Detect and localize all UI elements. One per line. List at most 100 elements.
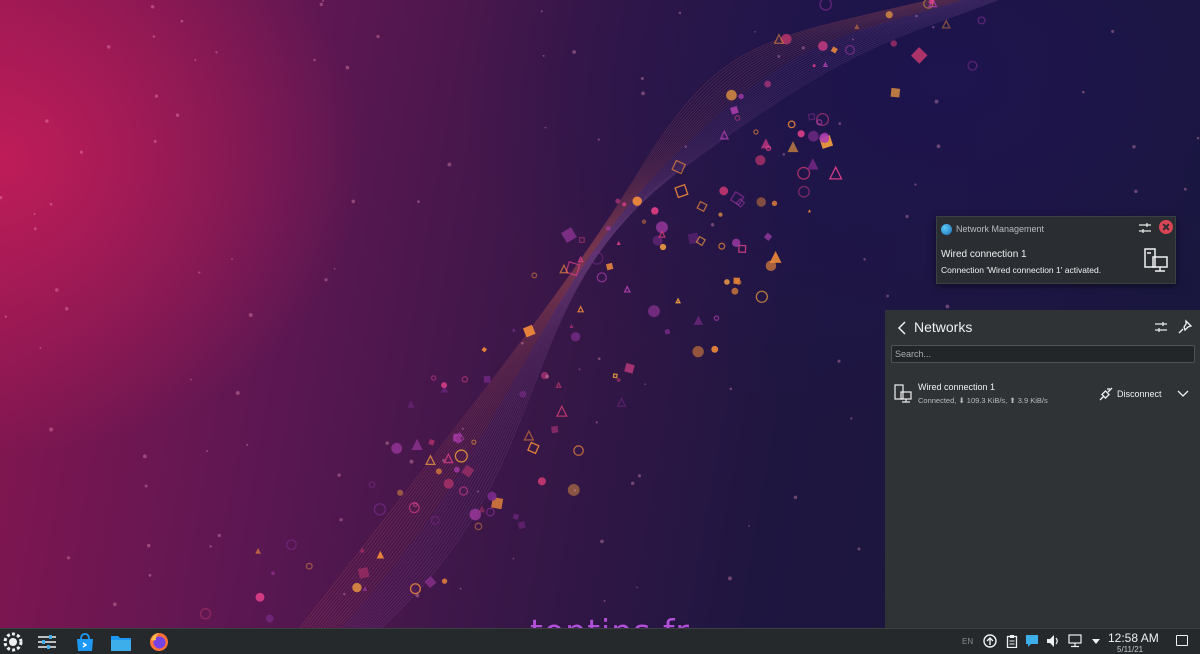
wallpaper-shape [731, 287, 739, 295]
wallpaper-dot [39, 346, 42, 349]
show-desktop-icon[interactable] [1176, 635, 1188, 646]
wallpaper-dot [729, 387, 733, 391]
wallpaper-shape [612, 373, 618, 379]
notifications-icon[interactable] [1025, 634, 1039, 648]
wallpaper-dot [153, 139, 157, 143]
wallpaper-shape [512, 513, 519, 520]
wallpaper-dot [573, 489, 577, 492]
wired-network-icon [1144, 248, 1168, 272]
clipboard-icon[interactable] [1005, 634, 1019, 648]
disconnect-button[interactable]: Disconnect [1099, 386, 1162, 402]
wallpaper-dot [597, 138, 600, 141]
wallpaper-dot [754, 30, 756, 33]
wallpaper-dot [572, 50, 577, 54]
wallpaper-dot [343, 592, 346, 596]
wallpaper-shape [409, 583, 421, 595]
search-input[interactable] [891, 345, 1195, 363]
firefox-icon[interactable] [148, 631, 170, 653]
wallpaper-shape [675, 297, 681, 304]
wallpaper-shape [428, 438, 435, 446]
wallpaper-shape [517, 521, 526, 530]
wallpaper-dot [333, 267, 336, 270]
connection-name: Wired connection 1 [918, 382, 996, 392]
wallpaper-dot [641, 91, 645, 96]
wallpaper-dot [49, 202, 53, 206]
configure-icon[interactable] [1153, 319, 1169, 335]
pin-icon[interactable] [1177, 319, 1193, 335]
wallpaper-shape [641, 219, 647, 224]
wallpaper-dot [1082, 90, 1085, 94]
wallpaper-shape [255, 592, 265, 602]
wallpaper-shape [531, 272, 538, 279]
wallpaper-shape [764, 80, 772, 88]
network-icon[interactable] [1068, 634, 1082, 648]
dolphin-folder-icon[interactable] [110, 631, 132, 653]
wallpaper-dot [512, 557, 515, 560]
wallpaper-shape [763, 232, 773, 241]
wallpaper-dot [45, 119, 49, 123]
wallpaper-dot [838, 122, 842, 126]
wallpaper-dot [932, 26, 935, 29]
wallpaper-shape [441, 578, 448, 584]
wallpaper-shape [527, 441, 540, 455]
wallpaper-shape [718, 242, 726, 250]
wallpaper-dot [782, 153, 786, 156]
clock-date[interactable]: 5/11/21 [1117, 645, 1143, 654]
configure-icon[interactable] [1137, 220, 1153, 236]
wallpaper-dot [863, 257, 866, 261]
wallpaper-dot [79, 150, 83, 154]
notification-popup[interactable]: Network Management Wired connection 1 Co… [936, 216, 1176, 284]
clock-time[interactable]: 12:58 AM [1108, 631, 1159, 645]
wallpaper-shape [441, 382, 448, 389]
volume-icon[interactable] [1046, 634, 1060, 648]
wallpaper-dot [33, 227, 37, 231]
system-settings-icon[interactable] [36, 631, 58, 653]
wallpaper-shape [605, 262, 614, 271]
wallpaper-dot [600, 539, 604, 544]
wallpaper-dot [684, 145, 687, 148]
wallpaper-shape [885, 11, 893, 19]
wallpaper-dot [540, 10, 543, 13]
wallpaper-shape [481, 346, 488, 353]
wallpaper-dot [476, 490, 480, 493]
wallpaper-dot [144, 484, 148, 488]
keyboard-layout-indicator[interactable]: EN [962, 637, 973, 646]
wallpaper-dot [603, 599, 606, 602]
wallpaper-dot [837, 359, 841, 363]
wallpaper-shape [596, 272, 607, 283]
wallpaper-dot [198, 271, 201, 274]
connection-item[interactable]: Wired connection 1 Connected, ⬇ 109.3 Ki… [885, 378, 1200, 412]
wallpaper-dot [934, 99, 939, 104]
expand-tray-icon[interactable] [1089, 634, 1103, 648]
wallpaper-dot [248, 313, 253, 317]
back-arrow-icon[interactable] [895, 320, 911, 336]
wallpaper-shape [570, 332, 581, 342]
wallpaper-shape [573, 445, 584, 456]
chevron-down-icon[interactable] [1176, 386, 1190, 400]
wallpaper-dot [146, 543, 151, 548]
discover-icon[interactable] [74, 631, 96, 653]
wallpaper-shape [941, 19, 951, 29]
wallpaper-dot [322, 0, 325, 3]
close-icon[interactable] [1159, 220, 1173, 234]
wallpaper-shape [485, 507, 495, 517]
wallpaper-shape [807, 113, 816, 121]
wallpaper-shape [537, 477, 546, 486]
wallpaper-dot [33, 212, 36, 216]
wallpaper-shape [755, 155, 766, 166]
application-launcher-icon[interactable] [2, 631, 24, 653]
wallpaper-dot [4, 315, 8, 318]
wallpaper-shape [551, 425, 559, 434]
updates-icon[interactable] [983, 634, 997, 648]
wallpaper-shape [615, 198, 621, 204]
wallpaper-shape [674, 183, 689, 199]
wallpaper-dot [857, 547, 861, 551]
wallpaper-shape [523, 429, 535, 441]
wallpaper-shape [910, 47, 928, 64]
wallpaper-dot [180, 19, 184, 23]
wallpaper-dot [636, 586, 638, 589]
wallpaper-shape [819, 133, 830, 144]
wallpaper-dot [217, 533, 221, 538]
wallpaper-dot [1132, 145, 1136, 149]
wallpaper-dot [49, 427, 54, 432]
